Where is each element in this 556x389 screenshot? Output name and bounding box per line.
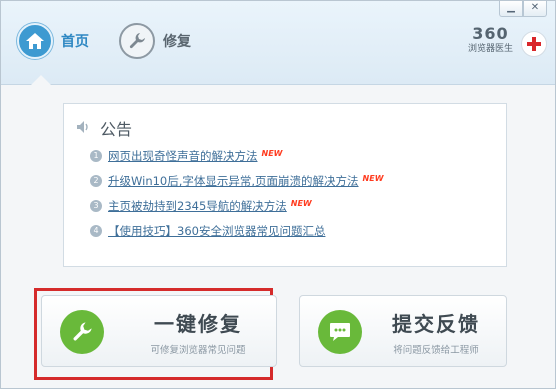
new-badge: NEW	[261, 148, 283, 158]
tab-repair-label: 修复	[163, 34, 191, 50]
notice-link[interactable]: 升级Win10后,字体显示异常,页面崩溃的解决方法	[108, 173, 359, 189]
tab-home-label: 首页	[61, 34, 89, 50]
active-tab-pointer	[31, 75, 51, 85]
notice-title: 公告	[100, 120, 133, 139]
notice-list: 1 网页出现奇怪声音的解决方法 NEW 2 升级Win10后,字体显示异常,页面…	[90, 144, 500, 244]
feedback-subtitle: 将问题反馈给工程师	[393, 345, 479, 356]
brand-text: 360 浏览器医生	[468, 25, 513, 55]
app-window: ▁ ✕ 首页 修复 360 浏览器医生 公告 1 网页出现奇怪声音的解决方法 N…	[0, 0, 556, 389]
minimize-button[interactable]: ▁	[499, 1, 523, 17]
notice-link[interactable]: 主页被劫持到2345导航的解决方法	[108, 198, 287, 214]
item-number: 3	[90, 200, 102, 212]
repair-subtitle: 可修复浏览器常见问题	[150, 345, 246, 356]
red-cross-icon	[521, 31, 547, 57]
home-icon	[17, 23, 53, 59]
speaker-icon	[76, 119, 92, 138]
notice-panel: 公告 1 网页出现奇怪声音的解决方法 NEW 2 升级Win10后,字体显示异常…	[63, 103, 507, 267]
notice-item: 2 升级Win10后,字体显示异常,页面崩溃的解决方法 NEW	[90, 169, 500, 193]
brand-name: 浏览器医生	[467, 44, 513, 54]
item-number: 2	[90, 175, 102, 187]
notice-item: 4 【使用技巧】360安全浏览器常见问题汇总	[90, 219, 500, 243]
one-click-repair-button[interactable]: 一键修复 可修复浏览器常见问题	[41, 295, 277, 367]
tab-repair[interactable]: 修复	[119, 17, 191, 65]
notice-item: 1 网页出现奇怪声音的解决方法 NEW	[90, 144, 500, 168]
new-badge: NEW	[290, 198, 312, 208]
wrench-icon	[119, 23, 155, 59]
item-number: 1	[90, 150, 102, 162]
notice-link[interactable]: 网页出现奇怪声音的解决方法	[108, 148, 258, 164]
header-bar: ▁ ✕ 首页 修复 360 浏览器医生	[1, 1, 555, 85]
wrench-icon	[60, 310, 104, 354]
submit-feedback-button[interactable]: 提交反馈 将问题反馈给工程师	[299, 295, 507, 367]
notice-link[interactable]: 【使用技巧】360安全浏览器常见问题汇总	[108, 223, 325, 239]
repair-title: 一键修复	[154, 312, 242, 336]
notice-item: 3 主页被劫持到2345导航的解决方法 NEW	[90, 194, 500, 218]
new-badge: NEW	[362, 173, 384, 183]
close-button[interactable]: ✕	[523, 1, 547, 17]
tab-home[interactable]: 首页	[17, 17, 89, 65]
feedback-title: 提交反馈	[392, 312, 480, 336]
chat-bubble-icon	[318, 310, 362, 354]
minimize-icon: ▁	[507, 2, 515, 13]
notice-header: 公告	[76, 116, 132, 140]
item-number: 4	[90, 225, 102, 237]
close-icon: ✕	[530, 2, 540, 13]
brand-number: 360	[472, 24, 509, 43]
